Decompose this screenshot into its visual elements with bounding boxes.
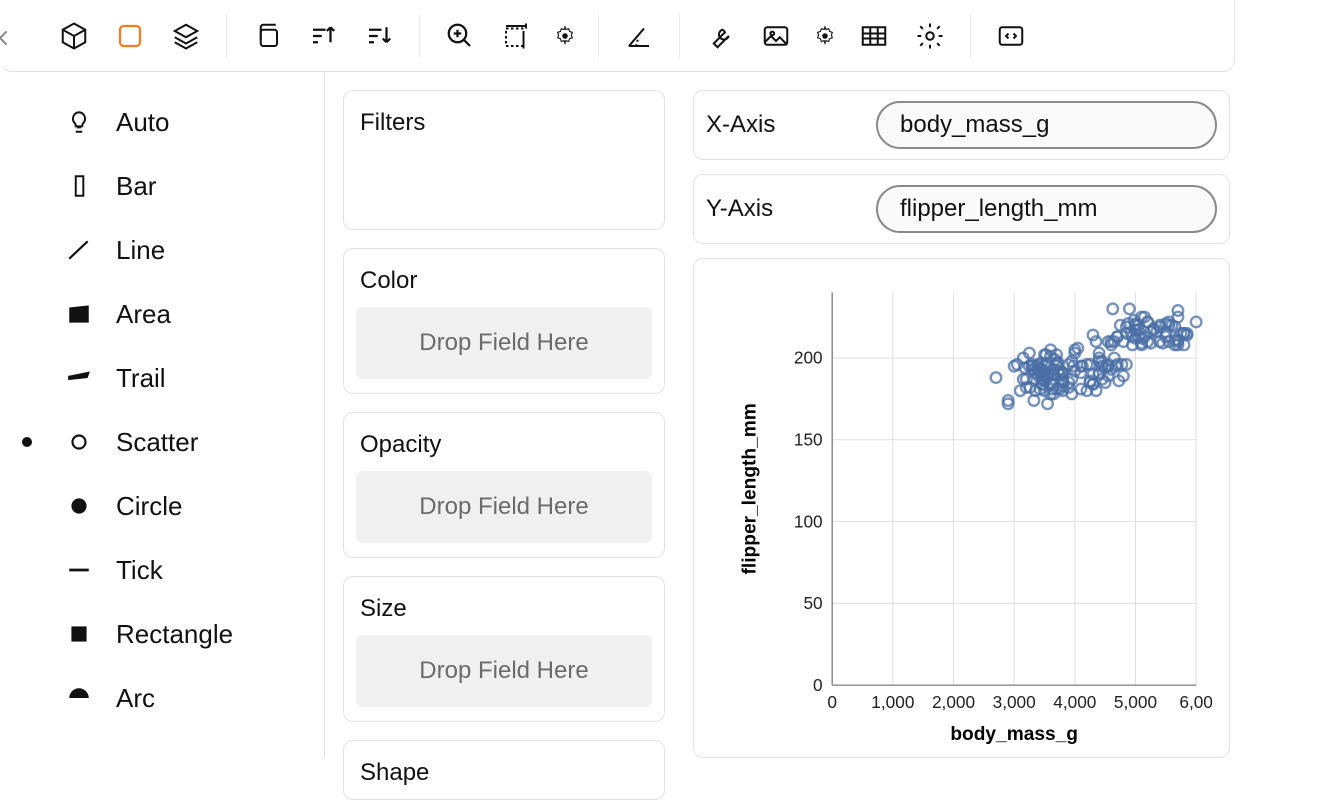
svg-text:6,00: 6,00 <box>1179 692 1213 712</box>
mark-auto[interactable]: Auto <box>0 90 324 154</box>
chart-column: X-Axis body_mass_g Y-Axis flipper_length… <box>675 72 1320 758</box>
svg-text:3,000: 3,000 <box>993 692 1036 712</box>
chart-panel: 0 1,000 2,000 3,000 4,000 5,000 6,00 0 50 100 150 2… <box>693 258 1230 758</box>
bar-icon <box>64 171 94 201</box>
filters-panel[interactable]: Filters <box>343 90 665 230</box>
color-header: Color <box>344 249 664 307</box>
svg-text:1,000: 1,000 <box>871 692 914 712</box>
mark-label: Arc <box>116 683 155 714</box>
mark-label: Tick <box>116 555 163 586</box>
svg-text:100: 100 <box>794 511 823 531</box>
y-axis-row: Y-Axis flipper_length_mm <box>693 174 1230 244</box>
mark-label: Auto <box>116 107 170 138</box>
mark-area[interactable]: Area <box>0 282 324 346</box>
mark-label: Scatter <box>116 427 198 458</box>
svg-text:150: 150 <box>794 430 823 450</box>
angle-icon[interactable] <box>615 12 663 60</box>
mark-rectangle[interactable]: Rectangle <box>0 602 324 666</box>
sort-asc-icon[interactable] <box>299 12 347 60</box>
toolbar <box>0 0 1235 72</box>
filters-header: Filters <box>344 91 664 149</box>
x-axis-row: X-Axis body_mass_g <box>693 90 1230 160</box>
mark-arc[interactable]: Arc <box>0 666 324 730</box>
code-icon[interactable] <box>987 12 1035 60</box>
mark-trail[interactable]: Trail <box>0 346 324 410</box>
color-dropzone[interactable]: Drop Field Here <box>356 307 652 379</box>
arc-icon <box>64 683 94 713</box>
image-icon[interactable] <box>752 12 800 60</box>
lightbulb-icon <box>64 107 94 137</box>
selected-indicator <box>22 437 32 447</box>
line-icon <box>64 235 94 265</box>
opacity-panel: Opacity Drop Field Here <box>343 412 665 558</box>
mark-label: Area <box>116 299 171 330</box>
marks-menu: Auto Bar Line Area Trail <box>0 72 325 758</box>
y-axis-field-pill[interactable]: flipper_length_mm <box>876 185 1217 233</box>
svg-text:200: 200 <box>794 348 823 368</box>
circle-icon <box>64 491 94 521</box>
svg-text:2,000: 2,000 <box>932 692 975 712</box>
mark-tick[interactable]: Tick <box>0 538 324 602</box>
shape-panel: Shape <box>343 740 665 800</box>
mark-label: Circle <box>116 491 182 522</box>
sort-desc-icon[interactable] <box>355 12 403 60</box>
mark-label: Trail <box>116 363 166 394</box>
opacity-header: Opacity <box>344 413 664 471</box>
svg-text:body_mass_g: body_mass_g <box>950 724 1078 745</box>
area-icon <box>64 299 94 329</box>
size-header: Size <box>344 577 664 635</box>
x-axis-label: X-Axis <box>706 111 876 139</box>
trail-icon <box>64 363 94 393</box>
rectangle-icon <box>64 619 94 649</box>
square-icon[interactable] <box>106 12 154 60</box>
back-arrow[interactable] <box>0 26 16 55</box>
y-axis-label: Y-Axis <box>706 195 876 223</box>
scatter-chart: 0 1,000 2,000 3,000 4,000 5,000 6,00 0 50 100 150 2… <box>694 259 1229 757</box>
svg-text:5,000: 5,000 <box>1114 692 1157 712</box>
mark-label: Line <box>116 235 165 266</box>
mark-circle[interactable]: Circle <box>0 474 324 538</box>
scatter-icon <box>64 427 94 457</box>
color-panel: Color Drop Field Here <box>343 248 665 394</box>
svg-text:0: 0 <box>827 692 837 712</box>
svg-text:50: 50 <box>803 593 822 613</box>
encoding-column: Filters Color Drop Field Here Opacity Dr… <box>325 72 675 758</box>
mark-label: Rectangle <box>116 619 233 650</box>
gear-small-icon[interactable] <box>548 19 582 53</box>
mark-line[interactable]: Line <box>0 218 324 282</box>
mark-label: Bar <box>116 171 156 202</box>
tick-icon <box>64 555 94 585</box>
wrench-icon[interactable] <box>696 12 744 60</box>
layers-icon[interactable] <box>162 12 210 60</box>
shape-header: Shape <box>344 741 664 799</box>
zoom-in-icon[interactable] <box>436 12 484 60</box>
svg-text:flipper_length_mm: flipper_length_mm <box>740 403 761 574</box>
table-icon[interactable] <box>850 12 898 60</box>
copy-icon[interactable] <box>243 12 291 60</box>
size-dropzone[interactable]: Drop Field Here <box>356 635 652 707</box>
settings-icon[interactable] <box>906 12 954 60</box>
resize-icon[interactable] <box>492 12 540 60</box>
cube-icon[interactable] <box>50 12 98 60</box>
svg-text:0: 0 <box>813 675 823 695</box>
size-panel: Size Drop Field Here <box>343 576 665 722</box>
opacity-dropzone[interactable]: Drop Field Here <box>356 471 652 543</box>
x-axis-field-pill[interactable]: body_mass_g <box>876 101 1217 149</box>
gear-small2-icon[interactable] <box>808 19 842 53</box>
mark-bar[interactable]: Bar <box>0 154 324 218</box>
mark-scatter[interactable]: Scatter <box>0 410 324 474</box>
svg-text:4,000: 4,000 <box>1053 692 1096 712</box>
